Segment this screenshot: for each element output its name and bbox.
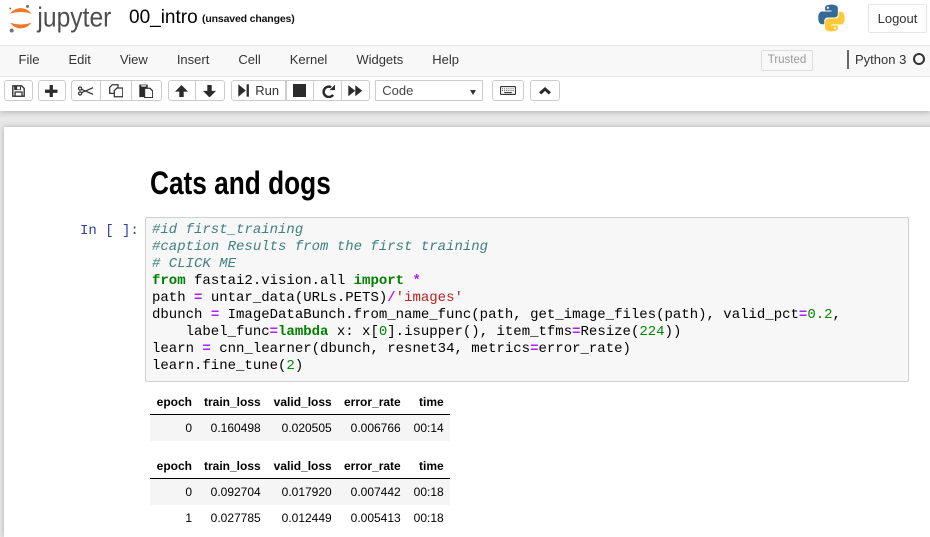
svg-text:jupyter: jupyter — [37, 2, 112, 33]
